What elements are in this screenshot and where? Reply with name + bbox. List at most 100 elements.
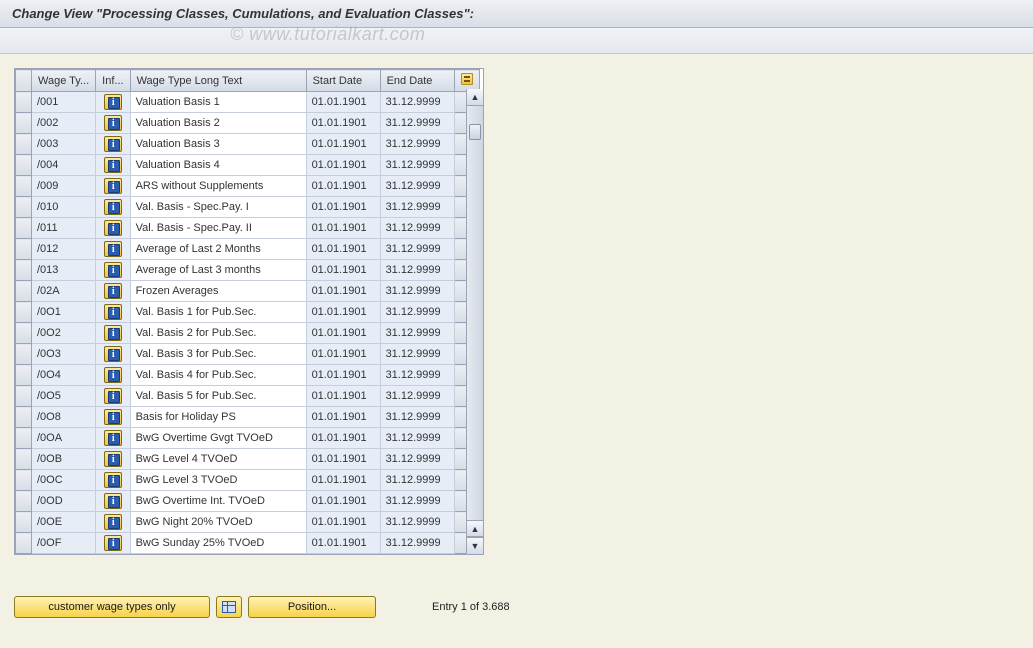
- cell-start-date[interactable]: 01.01.1901: [306, 386, 380, 407]
- info-button[interactable]: i: [104, 367, 122, 383]
- cell-wage-type[interactable]: /0OE: [32, 512, 96, 533]
- cell-end-date[interactable]: 31.12.9999: [380, 323, 454, 344]
- cell-wage-type[interactable]: /013: [32, 260, 96, 281]
- table-row[interactable]: /0O8iBasis for Holiday PS01.01.190131.12…: [16, 407, 480, 428]
- cell-start-date[interactable]: 01.01.1901: [306, 491, 380, 512]
- cell-start-date[interactable]: 01.01.1901: [306, 302, 380, 323]
- cell-long-text[interactable]: Val. Basis - Spec.Pay. I: [130, 197, 306, 218]
- customer-wage-types-button[interactable]: customer wage types only: [14, 596, 210, 618]
- cell-wage-type[interactable]: /0O4: [32, 365, 96, 386]
- col-header-start-date[interactable]: Start Date: [306, 70, 380, 92]
- table-row[interactable]: /003iValuation Basis 301.01.190131.12.99…: [16, 134, 480, 155]
- info-button[interactable]: i: [104, 493, 122, 509]
- cell-long-text[interactable]: BwG Level 4 TVOeD: [130, 449, 306, 470]
- cell-start-date[interactable]: 01.01.1901: [306, 218, 380, 239]
- table-row[interactable]: /02AiFrozen Averages01.01.190131.12.9999: [16, 281, 480, 302]
- scroll-down-button[interactable]: ▲: [467, 520, 483, 537]
- cell-long-text[interactable]: BwG Level 3 TVOeD: [130, 470, 306, 491]
- cell-long-text[interactable]: Average of Last 2 Months: [130, 239, 306, 260]
- cell-end-date[interactable]: 31.12.9999: [380, 239, 454, 260]
- table-row[interactable]: /0O3iVal. Basis 3 for Pub.Sec.01.01.1901…: [16, 344, 480, 365]
- cell-end-date[interactable]: 31.12.9999: [380, 197, 454, 218]
- cell-long-text[interactable]: Valuation Basis 2: [130, 113, 306, 134]
- wage-type-table[interactable]: Wage Ty... Inf... Wage Type Long Text St…: [15, 69, 480, 554]
- info-button[interactable]: i: [104, 472, 122, 488]
- cell-end-date[interactable]: 31.12.9999: [380, 470, 454, 491]
- table-row[interactable]: /0O1iVal. Basis 1 for Pub.Sec.01.01.1901…: [16, 302, 480, 323]
- table-row[interactable]: /0OAiBwG Overtime Gvgt TVOeD01.01.190131…: [16, 428, 480, 449]
- cell-wage-type[interactable]: /002: [32, 113, 96, 134]
- cell-start-date[interactable]: 01.01.1901: [306, 239, 380, 260]
- info-button[interactable]: i: [104, 241, 122, 257]
- info-button[interactable]: i: [104, 430, 122, 446]
- cell-wage-type[interactable]: /012: [32, 239, 96, 260]
- cell-start-date[interactable]: 01.01.1901: [306, 155, 380, 176]
- info-button[interactable]: i: [104, 262, 122, 278]
- table-row[interactable]: /0O4iVal. Basis 4 for Pub.Sec.01.01.1901…: [16, 365, 480, 386]
- cell-long-text[interactable]: BwG Night 20% TVOeD: [130, 512, 306, 533]
- cell-start-date[interactable]: 01.01.1901: [306, 281, 380, 302]
- table-row[interactable]: /001iValuation Basis 101.01.190131.12.99…: [16, 92, 480, 113]
- cell-start-date[interactable]: 01.01.1901: [306, 365, 380, 386]
- cell-end-date[interactable]: 31.12.9999: [380, 134, 454, 155]
- row-selector[interactable]: [16, 533, 32, 554]
- row-selector[interactable]: [16, 176, 32, 197]
- row-selector[interactable]: [16, 428, 32, 449]
- cell-end-date[interactable]: 31.12.9999: [380, 491, 454, 512]
- cell-start-date[interactable]: 01.01.1901: [306, 449, 380, 470]
- table-row[interactable]: /0OCiBwG Level 3 TVOeD01.01.190131.12.99…: [16, 470, 480, 491]
- cell-start-date[interactable]: 01.01.1901: [306, 512, 380, 533]
- cell-wage-type[interactable]: /009: [32, 176, 96, 197]
- table-row[interactable]: /012 i Average of Last 2 Months01.01.19013…: [16, 239, 480, 260]
- cell-end-date[interactable]: 31.12.9999: [380, 365, 454, 386]
- cell-end-date[interactable]: 31.12.9999: [380, 176, 454, 197]
- info-button[interactable]: i: [104, 409, 122, 425]
- table-row[interactable]: /0O2iVal. Basis 2 for Pub.Sec.01.01.1901…: [16, 323, 480, 344]
- cell-end-date[interactable]: 31.12.9999: [380, 344, 454, 365]
- info-button[interactable]: i: [104, 388, 122, 404]
- info-button[interactable]: i: [104, 94, 122, 110]
- cell-wage-type[interactable]: /0O1: [32, 302, 96, 323]
- cell-wage-type[interactable]: /0OC: [32, 470, 96, 491]
- info-button[interactable]: i: [104, 136, 122, 152]
- col-header-end-date[interactable]: End Date: [380, 70, 454, 92]
- col-header-info[interactable]: Inf...: [96, 70, 130, 92]
- cell-end-date[interactable]: 31.12.9999: [380, 512, 454, 533]
- row-selector[interactable]: [16, 281, 32, 302]
- cell-end-date[interactable]: 31.12.9999: [380, 281, 454, 302]
- table-row[interactable]: /011iVal. Basis - Spec.Pay. II01.01.1901…: [16, 218, 480, 239]
- cell-end-date[interactable]: 31.12.9999: [380, 386, 454, 407]
- row-selector[interactable]: [16, 407, 32, 428]
- cell-end-date[interactable]: 31.12.9999: [380, 428, 454, 449]
- cell-wage-type[interactable]: /0O3: [32, 344, 96, 365]
- cell-long-text[interactable]: BwG Overtime Int. TVOeD: [130, 491, 306, 512]
- cell-long-text[interactable]: Val. Basis 5 for Pub.Sec.: [130, 386, 306, 407]
- row-selector-header[interactable]: [16, 70, 32, 92]
- row-selector[interactable]: [16, 113, 32, 134]
- cell-end-date[interactable]: 31.12.9999: [380, 302, 454, 323]
- info-button[interactable]: i: [104, 199, 122, 215]
- info-button[interactable]: i: [104, 178, 122, 194]
- cell-wage-type[interactable]: /003: [32, 134, 96, 155]
- cell-wage-type[interactable]: /004: [32, 155, 96, 176]
- row-selector[interactable]: [16, 239, 32, 260]
- layout-button[interactable]: [216, 596, 242, 618]
- cell-end-date[interactable]: 31.12.9999: [380, 407, 454, 428]
- cell-wage-type[interactable]: /0OF: [32, 533, 96, 554]
- cell-end-date[interactable]: 31.12.9999: [380, 155, 454, 176]
- info-button[interactable]: i: [104, 325, 122, 341]
- cell-start-date[interactable]: 01.01.1901: [306, 134, 380, 155]
- cell-long-text[interactable]: Valuation Basis 4: [130, 155, 306, 176]
- cell-long-text[interactable]: BwG Sunday 25% TVOeD: [130, 533, 306, 554]
- info-button[interactable]: i: [104, 115, 122, 131]
- cell-long-text[interactable]: Val. Basis - Spec.Pay. II: [130, 218, 306, 239]
- row-selector[interactable]: [16, 512, 32, 533]
- table-row[interactable]: /010iVal. Basis - Spec.Pay. I01.01.19013…: [16, 197, 480, 218]
- cell-start-date[interactable]: 01.01.1901: [306, 344, 380, 365]
- row-selector[interactable]: [16, 323, 32, 344]
- cell-long-text[interactable]: BwG Overtime Gvgt TVOeD: [130, 428, 306, 449]
- cell-start-date[interactable]: 01.01.1901: [306, 197, 380, 218]
- cell-long-text[interactable]: Basis for Holiday PS: [130, 407, 306, 428]
- info-button[interactable]: i: [104, 220, 122, 236]
- cell-end-date[interactable]: 31.12.9999: [380, 218, 454, 239]
